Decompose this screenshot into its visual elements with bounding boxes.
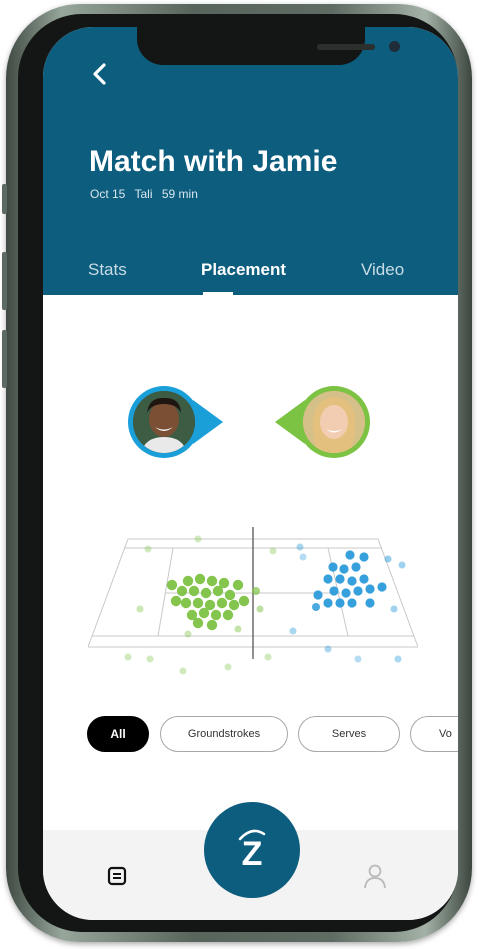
shot-dot	[206, 619, 218, 631]
filter-chip-serves[interactable]: Serves	[298, 716, 400, 752]
filter-chips: All Groundstrokes Serves Vo	[87, 716, 458, 756]
shot-dot	[324, 645, 332, 653]
shot-dot	[228, 599, 240, 611]
shot-dot	[328, 562, 338, 572]
shot-dot	[144, 545, 152, 553]
shot-dot	[179, 667, 187, 675]
shot-dot	[188, 585, 200, 597]
speaker	[317, 44, 375, 50]
shot-dot	[224, 663, 232, 671]
shot-dot	[345, 550, 355, 560]
shot-dot	[394, 655, 402, 663]
shot-dot	[194, 573, 206, 585]
player-shots	[124, 535, 277, 675]
shot-dot	[365, 584, 375, 594]
shot-dot	[312, 603, 320, 611]
shot-dot	[182, 575, 194, 587]
shot-dot	[347, 598, 357, 608]
shot-dot	[192, 617, 204, 629]
chevron-left-icon[interactable]	[87, 61, 113, 87]
shot-dot	[339, 564, 349, 574]
shot-dot	[335, 598, 345, 608]
shot-dot	[184, 630, 192, 638]
shot-dot	[323, 598, 333, 608]
side-button-mute	[2, 184, 7, 214]
shot-dot	[323, 574, 333, 584]
shot-dot	[198, 607, 210, 619]
shot-dot	[238, 595, 250, 607]
filter-chip-all[interactable]: All	[87, 716, 149, 752]
shot-dot	[252, 587, 260, 595]
avatar	[133, 391, 195, 453]
filter-chip-volleys[interactable]: Vo	[410, 716, 458, 752]
shot-dot	[329, 586, 339, 596]
shot-dot	[365, 598, 375, 608]
list-icon[interactable]	[107, 866, 127, 886]
shot-dot	[264, 653, 272, 661]
shot-dot	[335, 574, 345, 584]
shot-dot	[218, 577, 230, 589]
shot-dot	[206, 575, 218, 587]
shot-dot	[269, 547, 277, 555]
shot-dot	[351, 562, 361, 572]
shot-dot	[124, 653, 132, 661]
shot-dot	[384, 555, 392, 563]
z-record-button[interactable]: Z	[204, 802, 300, 898]
shot-dot	[289, 627, 297, 635]
shot-dot	[192, 597, 204, 609]
shot-dot	[354, 655, 362, 663]
avatar-left-icon	[133, 391, 195, 453]
side-button-volume-down	[2, 330, 7, 388]
shot-dot	[359, 574, 369, 584]
filter-chip-groundstrokes[interactable]: Groundstrokes	[160, 716, 288, 752]
shot-dot	[390, 605, 398, 613]
shot-dot	[234, 625, 242, 633]
shot-dot	[232, 579, 244, 591]
tab-placement[interactable]: Placement	[201, 260, 286, 280]
shot-dot	[341, 588, 351, 598]
shot-dot	[299, 553, 307, 561]
shot-dot	[313, 590, 323, 600]
match-duration: 59 min	[161, 187, 198, 201]
shot-dot	[210, 609, 222, 621]
shot-dot	[347, 576, 357, 586]
shot-dot	[377, 582, 387, 592]
tab-video[interactable]: Video	[361, 260, 404, 280]
signal-arc-icon	[238, 829, 266, 841]
shot-dot	[224, 589, 236, 601]
tab-stats[interactable]: Stats	[88, 260, 127, 280]
match-header: Match with Jamie Oct 15 Tali 59 min Stat…	[43, 27, 458, 295]
page-title: Match with Jamie	[89, 145, 338, 178]
shot-dot	[222, 609, 234, 621]
opponent-shots	[289, 543, 406, 663]
app-screen: Match with Jamie Oct 15 Tali 59 min Stat…	[43, 27, 458, 920]
shot-placement-court	[88, 527, 418, 675]
shot-dot	[359, 552, 369, 562]
shot-dot	[296, 543, 304, 551]
shot-dot	[180, 597, 192, 609]
notch	[137, 27, 400, 65]
shot-dot	[136, 605, 144, 613]
shot-dot	[146, 655, 154, 663]
shot-dot	[170, 595, 182, 607]
shot-dot	[216, 597, 228, 609]
avatar-right-icon	[303, 391, 365, 453]
camera-icon	[389, 41, 400, 52]
avatar	[303, 391, 365, 453]
shot-dot	[166, 579, 178, 591]
shot-dot	[353, 586, 363, 596]
match-location: Tali	[134, 187, 153, 201]
shot-dot	[398, 561, 406, 569]
shot-dot	[256, 605, 264, 613]
shot-dot	[200, 587, 212, 599]
profile-icon[interactable]	[363, 863, 387, 889]
shot-dot	[176, 585, 188, 597]
side-button-volume-up	[2, 252, 7, 310]
active-tab-indicator	[203, 292, 233, 295]
shot-dot	[194, 535, 202, 543]
match-date: Oct 15	[90, 187, 126, 201]
match-meta: Oct 15 Tali 59 min	[90, 187, 204, 201]
